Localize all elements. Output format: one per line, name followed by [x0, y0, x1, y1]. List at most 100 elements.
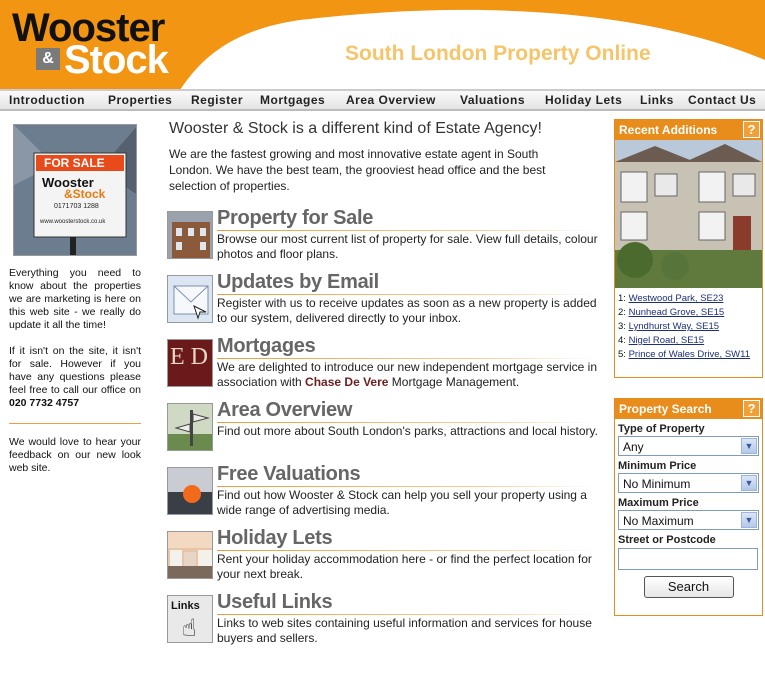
- section-rule: [217, 358, 597, 359]
- recent-additions-box: Recent Additions ? 1: Westwood Park, SE2…: [614, 119, 763, 378]
- holiday-lets-thumb[interactable]: [167, 531, 213, 579]
- left-contact-paragraph: If it isn't on the site, it isn't for sa…: [9, 345, 141, 410]
- maximum-price-label: Maximum Price: [618, 497, 699, 509]
- property-search-box: Property Search ? Type of Property Any ▼…: [614, 398, 763, 616]
- section-title-holiday-lets[interactable]: Holiday Lets: [217, 527, 333, 550]
- for-sale-sign-photo: FOR SALE Wooster &Stock 0171703 1288 www…: [13, 124, 137, 256]
- section-title-updates-by-email[interactable]: Updates by Email: [217, 271, 379, 294]
- main-nav: Introduction Properties Register Mortgag…: [0, 89, 765, 111]
- chevron-down-icon[interactable]: ▼: [741, 475, 757, 491]
- recent-item: 3: Lyndhurst Way, SE15: [618, 320, 760, 334]
- chevron-down-icon[interactable]: ▼: [741, 438, 757, 454]
- email-thumb[interactable]: [167, 275, 213, 323]
- logo-stock-text: Stock: [64, 38, 169, 82]
- recent-item-number: 1:: [618, 293, 626, 304]
- maximum-price-value: No Maximum: [623, 514, 694, 528]
- left-divider: [9, 423, 141, 424]
- section-title-mortgages[interactable]: Mortgages: [217, 335, 316, 358]
- nav-introduction[interactable]: Introduction: [9, 93, 85, 107]
- minimum-price-select[interactable]: No Minimum ▼: [618, 473, 759, 493]
- recent-item-number: 3:: [618, 321, 626, 332]
- search-button[interactable]: Search: [643, 576, 734, 598]
- street-or-postcode-label: Street or Postcode: [618, 534, 716, 546]
- help-icon[interactable]: ?: [743, 400, 760, 417]
- nav-mortgages[interactable]: Mortgages: [260, 93, 325, 107]
- section-title-free-valuations[interactable]: Free Valuations: [217, 463, 361, 486]
- left-contact-text: If it isn't on the site, it isn't for sa…: [9, 345, 141, 396]
- site-tagline: South London Property Online: [345, 42, 651, 65]
- intro-paragraph: We are the fastest growing and most inno…: [169, 147, 546, 193]
- nav-valuations[interactable]: Valuations: [460, 93, 525, 107]
- section-text-mortgages: We are delighted to introduce our new in…: [217, 360, 601, 390]
- property-search-title: Property Search: [619, 402, 712, 416]
- section-mortgages: E D Mortgages We are delighted to introd…: [167, 335, 597, 401]
- logo-ampersand: &: [36, 48, 60, 70]
- section-free-valuations: Free Valuations Find out how Wooster & S…: [167, 463, 597, 529]
- minimum-price-label: Minimum Price: [618, 460, 697, 472]
- help-icon[interactable]: ?: [743, 121, 760, 138]
- street-or-postcode-input[interactable]: [618, 548, 758, 570]
- recent-item-number: 5:: [618, 349, 626, 360]
- hand-pointer-icon: ☝: [182, 615, 197, 642]
- main-content: Wooster & Stock is a different kind of E…: [167, 120, 598, 645]
- section-text-useful-links: Links to web sites containing useful inf…: [217, 616, 592, 645]
- chase-de-vere-link: Chase De Vere: [305, 375, 389, 389]
- section-text-updates-by-email: Register with us to receive updates as s…: [217, 296, 597, 325]
- sign-phone: 0171703 1288: [54, 203, 99, 210]
- section-text-holiday-lets: Rent your holiday accommodation here - o…: [217, 552, 592, 581]
- section-title-property-for-sale[interactable]: Property for Sale: [217, 207, 373, 230]
- nav-properties[interactable]: Properties: [108, 93, 172, 107]
- useful-links-thumb[interactable]: Links ☝: [167, 595, 213, 643]
- sign-web: www.woosterstock.co.uk: [40, 219, 106, 225]
- nav-register[interactable]: Register: [191, 93, 243, 107]
- section-rule: [217, 550, 597, 551]
- nav-contact-us[interactable]: Contact Us: [688, 93, 756, 107]
- valuations-thumb[interactable]: [167, 467, 213, 515]
- recent-item: 2: Nunhead Grove, SE15: [618, 306, 760, 320]
- section-text-free-valuations: Find out how Wooster & Stock can help yo…: [217, 488, 587, 517]
- section-holiday-lets: Holiday Lets Rent your holiday accommoda…: [167, 527, 597, 593]
- recent-item-link[interactable]: Lyndhurst Way, SE15: [629, 321, 719, 332]
- left-intro-paragraph: Everything you need to know about the pr…: [9, 267, 141, 331]
- recent-item-link[interactable]: Prince of Wales Drive, SW11: [629, 349, 750, 360]
- mortgages-thumb[interactable]: E D: [167, 339, 213, 387]
- left-sidebar-text: Everything you need to know about the pr…: [9, 267, 141, 488]
- recent-item-link[interactable]: Westwood Park, SE23: [629, 293, 724, 304]
- links-thumb-text: Links: [171, 600, 200, 612]
- sign-for-sale-text: FOR SALE: [44, 156, 105, 170]
- office-phone-number: 020 7732 4757: [9, 397, 80, 409]
- minimum-price-value: No Minimum: [623, 477, 691, 491]
- recent-property-photo[interactable]: [615, 140, 762, 288]
- section-rule: [217, 486, 597, 487]
- recent-item: 4: Nigel Road, SE15: [618, 334, 760, 348]
- section-rule: [217, 422, 597, 423]
- recent-item: 5: Prince of Wales Drive, SW11: [618, 348, 760, 362]
- area-overview-thumb[interactable]: [167, 403, 213, 451]
- section-rule: [217, 614, 597, 615]
- nav-links[interactable]: Links: [640, 93, 674, 107]
- recent-item-link[interactable]: Nunhead Grove, SE15: [629, 307, 725, 318]
- mortgage-thumb-text: E D: [170, 344, 208, 370]
- site-logo[interactable]: Wooster & Stock: [8, 6, 178, 82]
- property-thumb[interactable]: [167, 211, 213, 259]
- section-title-useful-links[interactable]: Useful Links: [217, 591, 333, 614]
- maximum-price-select[interactable]: No Maximum ▼: [618, 510, 759, 530]
- type-of-property-select[interactable]: Any ▼: [618, 436, 759, 456]
- site-header: Wooster & Stock South London Property On…: [0, 0, 765, 90]
- recent-item: 1: Westwood Park, SE23: [618, 292, 760, 306]
- recent-additions-list: 1: Westwood Park, SE23 2: Nunhead Grove,…: [615, 288, 762, 366]
- property-search-header: Property Search ?: [615, 399, 762, 419]
- type-of-property-value: Any: [623, 440, 644, 454]
- section-property-for-sale: Property for Sale Browse our most curren…: [167, 207, 598, 273]
- section-area-overview: Area Overview Find out more about South …: [167, 399, 598, 465]
- recent-additions-header: Recent Additions ?: [615, 120, 762, 140]
- nav-area-overview[interactable]: Area Overview: [346, 93, 436, 107]
- recent-item-link[interactable]: Nigel Road, SE15: [629, 335, 705, 346]
- nav-holiday-lets[interactable]: Holiday Lets: [545, 93, 622, 107]
- chevron-down-icon[interactable]: ▼: [741, 512, 757, 528]
- section-useful-links: Links ☝ Useful Links Links to web sites …: [167, 591, 597, 657]
- type-of-property-label: Type of Property: [618, 423, 705, 435]
- section-title-area-overview[interactable]: Area Overview: [217, 399, 352, 422]
- section-rule: [217, 294, 597, 295]
- section-rule: [217, 230, 597, 231]
